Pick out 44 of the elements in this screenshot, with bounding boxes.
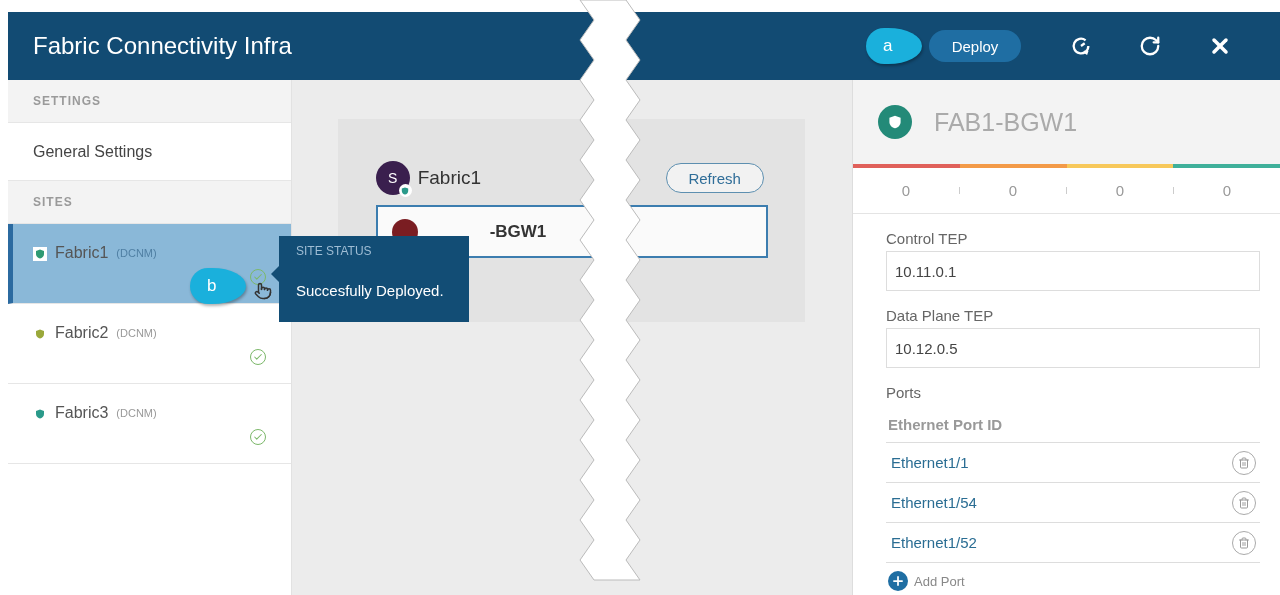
shield-icon [878, 105, 912, 139]
tooltip-heading: SITE STATUS [296, 244, 373, 258]
site-type: (DCNM) [116, 327, 157, 339]
refresh-icon[interactable] [1139, 35, 1161, 57]
refresh-button[interactable]: Refresh [665, 163, 764, 193]
delete-button[interactable] [1232, 490, 1256, 515]
field-label: Control TEP [886, 230, 969, 247]
trash-icon [1238, 496, 1250, 509]
app-title: Fabric Connectivity Infra [33, 32, 292, 60]
trash-icon [1238, 456, 1250, 469]
site-avatar: S [375, 161, 410, 195]
device-name: FAB1-BGW1 [934, 107, 1078, 137]
shield-icon [33, 327, 47, 341]
severity-count: 0 [1114, 182, 1126, 199]
section-heading: SETTINGS [33, 94, 101, 108]
port-link[interactable]: Ethernet1/54 [891, 494, 977, 511]
deploy-button[interactable]: Deploy [929, 30, 1021, 62]
shield-icon [33, 247, 47, 261]
site-name: Fabric1 [55, 244, 109, 262]
plus-icon [888, 571, 908, 591]
site-name: Fabric2 [55, 324, 109, 342]
site-type: (DCNM) [116, 407, 157, 419]
input-field[interactable]: 10.11.0.1 [886, 251, 1260, 291]
section-label: Ports [886, 384, 922, 401]
severity-count: 0 [1221, 182, 1233, 199]
section-heading: SITES [33, 195, 73, 209]
site-type: (DCNM) [116, 247, 157, 259]
trash-icon [1238, 536, 1250, 549]
input-field[interactable]: 10.12.0.5 [886, 328, 1260, 368]
site-title: Fabric1 [417, 167, 481, 189]
history-icon[interactable] [1070, 35, 1092, 57]
severity-count: 0 [900, 182, 912, 199]
field-label: Data Plane TEP [886, 307, 995, 324]
hand-pointer-icon [254, 282, 272, 300]
tooltip-message: Succesfully Deployed. [296, 282, 445, 299]
delete-button[interactable] [1232, 450, 1256, 475]
port-link[interactable]: Ethernet1/1 [891, 454, 969, 471]
site-name: Fabric3 [55, 404, 109, 422]
delete-button[interactable] [1232, 530, 1256, 555]
column-header: Ethernet Port ID [886, 405, 1260, 443]
shield-icon [33, 407, 47, 421]
add-port-button[interactable]: Add Port [886, 563, 1260, 591]
port-link[interactable]: Ethernet1/52 [891, 534, 977, 551]
severity-count: 0 [1007, 182, 1019, 199]
